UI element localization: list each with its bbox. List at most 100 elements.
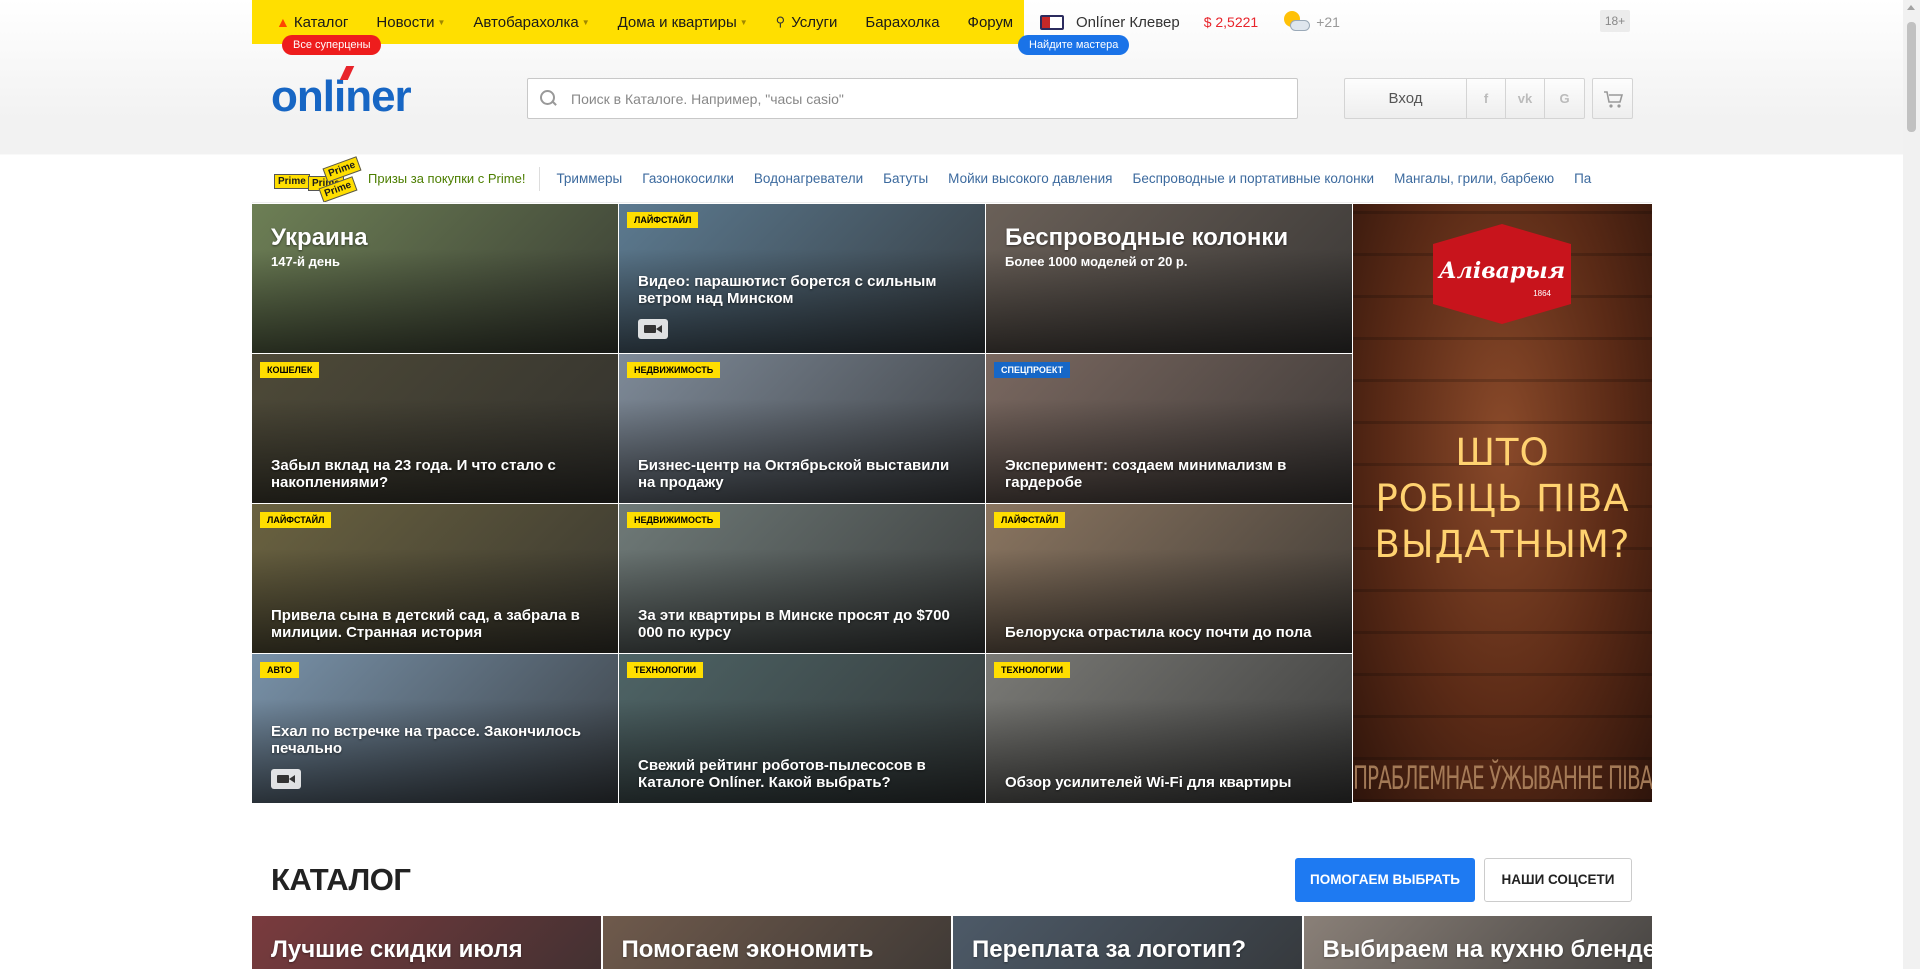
- news-title: Обзор усилителей Wi-Fi для квартиры: [1005, 774, 1292, 791]
- promo-link[interactable]: Мойки высокого давления: [948, 171, 1112, 186]
- chevron-down-icon: ▼: [739, 17, 748, 27]
- news-tile[interactable]: Технологии Обзор усилителей Wi-Fi для ква…: [986, 654, 1352, 803]
- google-icon[interactable]: G: [1545, 79, 1584, 118]
- ad-headline: ШТО РОБІЦЬ ПІВА ВЫДАТНЫМ?: [1374, 431, 1631, 566]
- nav-item-auto[interactable]: Автобарахолка ▼: [473, 14, 589, 31]
- nav-item-label: Услуги: [791, 13, 838, 31]
- news-category-tag: Недвижимость: [627, 512, 721, 528]
- nav-item-label: Новости: [376, 13, 435, 31]
- chevron-down-icon: ▼: [581, 17, 590, 27]
- news-title: Привела сына в детский сад, а забрала в …: [271, 607, 580, 641]
- divider: [539, 166, 541, 191]
- promo-link[interactable]: Па: [1574, 171, 1591, 186]
- news-title: Беспроводные колонки: [1005, 224, 1289, 251]
- temperature[interactable]: +21: [1316, 14, 1340, 30]
- promo-link[interactable]: Водонагреватели: [754, 171, 863, 186]
- vk-icon[interactable]: vk: [1506, 79, 1545, 118]
- catalog-card[interactable]: Лучшие скидки июля: [252, 916, 601, 969]
- help-choose-button[interactable]: ПОМОГАЕМ ВЫБРАТЬ: [1295, 858, 1475, 902]
- news-title: Белоруска отрастила косу почти до пола: [1005, 624, 1312, 641]
- ad-banner[interactable]: Аліварыя 1864 ШТО РОБІЦЬ ПІВА ВЫДАТНЫМ? …: [1353, 204, 1652, 802]
- news-subtitle: Более 1000 моделей от 20 р.: [1005, 254, 1188, 269]
- social-networks-button[interactable]: НАШИ СОЦСЕТИ: [1484, 858, 1632, 902]
- alivaria-logo: Аліварыя 1864: [1433, 224, 1571, 324]
- news-category-tag: Спецпроект: [994, 362, 1071, 378]
- ad-disclaimer: ПРАБЛЕМНАЕ ЎЖЫВАННЕ ПІВА ШКОДЗІЦЬ ВАШАМУ…: [1353, 758, 1652, 798]
- news-tile[interactable]: Лайфстайл Видео: парашютист борется с сил…: [619, 204, 985, 353]
- cart-button[interactable]: [1592, 78, 1633, 119]
- news-tile[interactable]: Лайфстайл Привела сына в детский сад, а з…: [252, 504, 618, 653]
- nav-item-label: Форум: [967, 13, 1014, 31]
- news-tile[interactable]: Авто Ехал по встречке на трассе. Закончил…: [252, 654, 618, 803]
- video-camera-icon: [638, 319, 668, 339]
- chevron-down-icon: ▼: [437, 17, 446, 27]
- news-category-tag: Технологии: [994, 662, 1071, 678]
- news-title: За эти квартиры в Минске просят до $700 …: [638, 607, 950, 641]
- nav-item-label: Барахолка: [865, 13, 940, 31]
- catalog-card[interactable]: Выбираем на кухню блендер: [1303, 916, 1652, 969]
- auth-group: Вход f vk G: [1344, 78, 1585, 119]
- promo-link[interactable]: Беспроводные и портативные колонки: [1133, 171, 1375, 186]
- news-category-tag: Лайфстайл: [260, 512, 332, 528]
- main-nav: ▲ Каталог Новости ▼ Автобарахолка ▼ Дома…: [252, 0, 1130, 55]
- catalog-card[interactable]: Переплата за логотип?: [953, 916, 1302, 969]
- news-tile[interactable]: Украина 147-й день: [252, 204, 618, 353]
- news-tile[interactable]: Недвижимость За эти квартиры в Минске про…: [619, 504, 985, 653]
- catalog-card[interactable]: Помогаем экономить: [602, 916, 951, 969]
- promo-link[interactable]: Мангалы, грили, барбекю: [1394, 171, 1554, 186]
- news-tile[interactable]: Беспроводные колонки Более 1000 моделей о…: [986, 204, 1352, 353]
- search-bar[interactable]: [527, 78, 1298, 119]
- exchange-rate[interactable]: $ 2,5221: [1204, 14, 1259, 30]
- nav-item-catalog[interactable]: ▲ Каталог: [276, 14, 348, 31]
- scrollbar[interactable]: [1903, 0, 1920, 969]
- promo-link[interactable]: Триммеры: [556, 171, 622, 186]
- catalog-cards: Лучшие скидки июля Помогаем экономить Пере…: [252, 916, 1652, 969]
- scroll-thumb[interactable]: [1907, 22, 1916, 132]
- catalog-card-title: Помогаем экономить: [621, 936, 874, 963]
- search-input[interactable]: [571, 90, 1271, 107]
- news-tile[interactable]: Технологии Свежий рейтинг роботов-пылесос…: [619, 654, 985, 803]
- cart-icon: [1604, 91, 1623, 108]
- weather-icon[interactable]: [1282, 9, 1312, 35]
- news-title: Бизнес-центр на Октябрьской выставили на…: [638, 457, 950, 491]
- find-master-badge[interactable]: Найдите мастера: [1018, 35, 1130, 55]
- promo-strip: Prime Prime Prime Prime Призы за покупки…: [252, 155, 1652, 203]
- news-tile[interactable]: Недвижимость Бизнес-центр на Октябрьской …: [619, 354, 985, 503]
- news-title: Свежий рейтинг роботов-пылесосов в Катал…: [638, 757, 926, 791]
- news-title: Забыл вклад на 23 года. И что стало с на…: [271, 457, 556, 491]
- catalog-card-title: Переплата за логотип?: [972, 936, 1247, 963]
- nav-item-services[interactable]: ⚲ Услуги: [776, 14, 838, 31]
- facebook-icon[interactable]: f: [1467, 79, 1506, 118]
- news-tile[interactable]: Лайфстайл Белоруска отрастила косу почти …: [986, 504, 1352, 653]
- nav-item-label: Каталог: [293, 13, 349, 31]
- top-bar: ▲ Каталог Новости ▼ Автобарахолка ▼ Дома…: [0, 0, 1920, 55]
- video-camera-icon: [271, 769, 301, 789]
- scroll-up-icon[interactable]: [1907, 5, 1915, 10]
- clever-link[interactable]: Onlíner Клевер: [1076, 14, 1180, 31]
- news-title: Ехал по встречке на трассе. Закончилось …: [271, 723, 582, 757]
- nav-item-realty[interactable]: Дома и квартиры ▼: [618, 14, 748, 31]
- superprice-badge[interactable]: Все суперцены: [282, 35, 382, 55]
- login-button[interactable]: Вход: [1345, 79, 1467, 118]
- promo-link[interactable]: Батуты: [883, 171, 928, 186]
- news-title: Эксперимент: создаем минимализм в гардер…: [1005, 457, 1287, 491]
- nav-item-baraholka[interactable]: Барахолка: [865, 14, 939, 31]
- news-category-tag: Авто: [260, 662, 299, 678]
- catalog-title: КАТАЛОГ: [271, 862, 411, 897]
- news-grid: Украина 147-й день Лайфстайл Видео: парашют…: [252, 204, 1352, 803]
- news-tile[interactable]: Спецпроект Эксперимент: создаем минимализ…: [986, 354, 1352, 503]
- news-category-tag: Технологии: [627, 662, 704, 678]
- news-title: Украина: [271, 224, 368, 251]
- search-icon: [540, 90, 557, 107]
- age-badge: 18+: [1600, 10, 1630, 32]
- news-subtitle: 147-й день: [271, 254, 340, 269]
- nav-item-news[interactable]: Новости ▼: [376, 14, 445, 31]
- prime-logo[interactable]: Prime Prime Prime Prime: [272, 155, 362, 202]
- news-title: Видео: парашютист борется с сильным ветр…: [638, 273, 937, 307]
- promo-link[interactable]: Газонокосилки: [642, 171, 734, 186]
- prime-promo-text[interactable]: Призы за покупки с Prime!: [368, 171, 525, 186]
- news-category-tag: Недвижимость: [627, 362, 721, 378]
- nav-item-forum[interactable]: Форум: [968, 14, 1014, 31]
- flame-icon: ▲: [276, 14, 290, 30]
- news-tile[interactable]: Кошелек Забыл вклад на 23 года. И что ста…: [252, 354, 618, 503]
